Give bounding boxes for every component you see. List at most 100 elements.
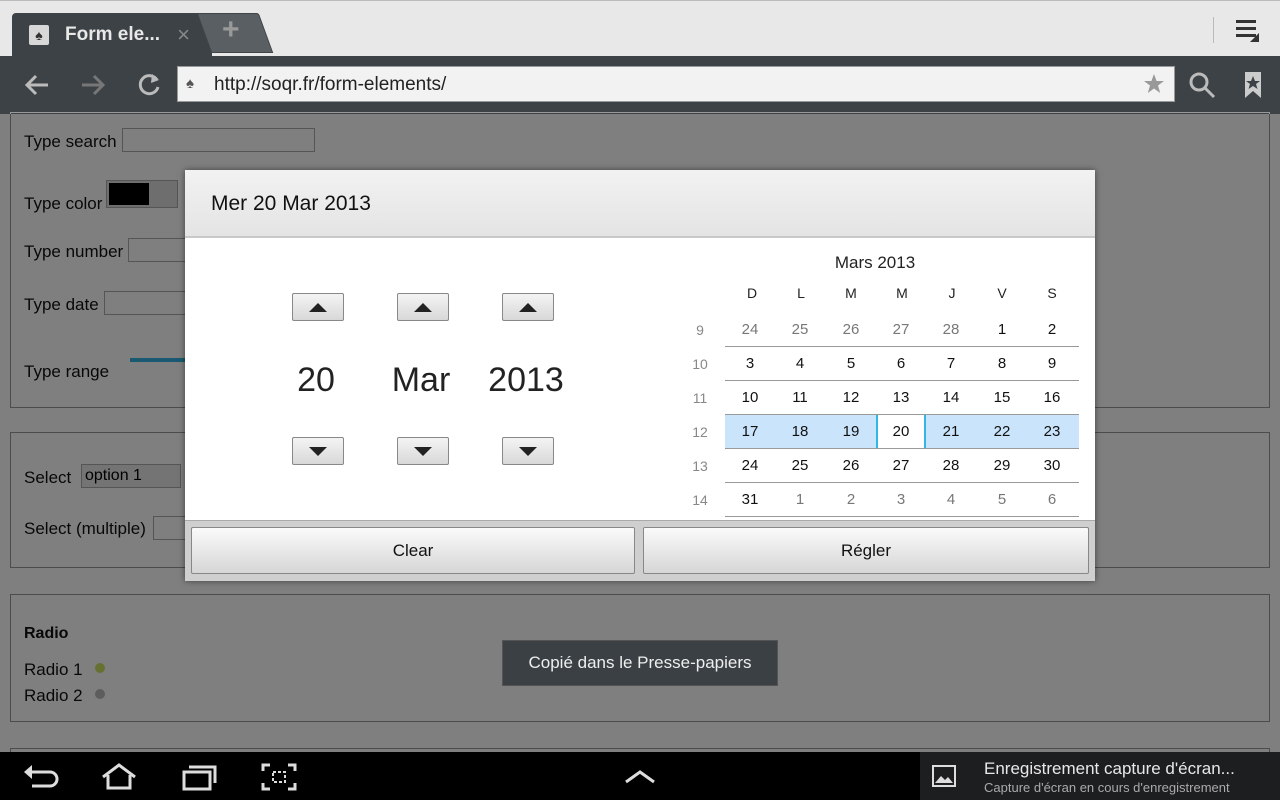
calendar-day[interactable]: 3 <box>876 483 926 516</box>
calendar-day[interactable]: 18 <box>775 415 825 448</box>
calendar-day[interactable]: 6 <box>1027 483 1077 516</box>
menu-icon[interactable] <box>1234 17 1260 43</box>
arrow-down-icon <box>414 446 432 456</box>
calendar-day[interactable]: 24 <box>725 449 775 482</box>
calendar-day[interactable]: 14 <box>926 381 976 414</box>
calendar-day[interactable]: 21 <box>926 415 976 448</box>
calendar-day[interactable]: 5 <box>826 347 876 380</box>
calendar-day[interactable]: 27 <box>876 449 926 482</box>
site-icon: ♠ <box>186 75 194 92</box>
arrow-down-icon <box>309 446 327 456</box>
calendar-day[interactable]: 5 <box>977 483 1027 516</box>
weekday-header: M <box>896 285 908 301</box>
home-icon[interactable] <box>100 762 138 792</box>
calendar-day[interactable]: 20 <box>876 415 926 448</box>
calendar-day[interactable]: 10 <box>725 381 775 414</box>
calendar-day[interactable]: 31 <box>725 483 775 516</box>
calendar-day[interactable]: 4 <box>926 483 976 516</box>
chevron-up-icon[interactable] <box>621 762 659 792</box>
day-value[interactable]: 20 <box>256 361 376 400</box>
dialog-header: Mer 20 Mar 2013 <box>185 170 1095 238</box>
url-text[interactable]: http://soqr.fr/form-elements/ <box>214 74 446 96</box>
reload-icon[interactable] <box>134 70 164 100</box>
week-number: 9 <box>696 322 704 338</box>
month-decrement-button[interactable] <box>397 437 449 465</box>
back-icon[interactable] <box>22 762 60 792</box>
calendar-day[interactable]: 29 <box>977 449 1027 482</box>
dialog-title: Mer 20 Mar 2013 <box>211 192 371 215</box>
plus-icon[interactable]: + <box>222 15 240 45</box>
tab-title: Form ele... <box>65 24 161 45</box>
clear-button[interactable]: Clear <box>191 527 635 574</box>
week-number: 14 <box>692 492 708 508</box>
screenshot-icon[interactable] <box>260 762 298 792</box>
calendar-day[interactable]: 26 <box>826 313 876 346</box>
calendar-day[interactable]: 2 <box>1027 313 1077 346</box>
weekday-header: M <box>845 285 857 301</box>
weekday-header: J <box>948 285 956 301</box>
calendar-day[interactable]: 13 <box>876 381 926 414</box>
weekday-header: S <box>1047 285 1057 301</box>
tab-form-elements[interactable]: ♠ Form ele... × <box>12 13 212 57</box>
calendar-day[interactable]: 27 <box>876 313 926 346</box>
calendar-day[interactable]: 9 <box>1027 347 1077 380</box>
week-number: 12 <box>692 424 708 440</box>
calendar-month-title: Mars 2013 <box>834 253 916 272</box>
day-decrement-button[interactable] <box>292 437 344 465</box>
calendar-week-row: 17 18 19 20 21 22 23 <box>725 415 1079 449</box>
weekday-header: D <box>746 285 758 301</box>
calendar-week-row: 3456789 <box>725 347 1079 381</box>
calendar-day[interactable]: 1 <box>775 483 825 516</box>
tab-close-icon[interactable]: × <box>177 22 190 48</box>
calendar-week-row: 10 11 12 13 14 15 16 <box>725 381 1079 415</box>
calendar-day[interactable]: 17 <box>725 415 775 448</box>
calendar-week-row: 24 25 26 27 28 1 2 <box>725 313 1079 347</box>
calendar-day[interactable]: 1 <box>977 313 1027 346</box>
divider <box>1213 17 1214 43</box>
year-increment-button[interactable] <box>502 293 554 321</box>
calendar-day[interactable]: 12 <box>826 381 876 414</box>
calendar-day[interactable]: 2 <box>826 483 876 516</box>
notification-title: Enregistrement capture d'écran... <box>984 759 1235 778</box>
year-value[interactable]: 2013 <box>466 361 586 400</box>
calendar-day[interactable]: 3 <box>725 347 775 380</box>
calendar-week-row: 31 1 2 3 4 5 6 <box>725 483 1079 517</box>
calendar-day[interactable]: 28 <box>926 449 976 482</box>
arrow-up-icon <box>309 302 327 312</box>
calendar-day[interactable]: 4 <box>775 347 825 380</box>
arrow-up-icon <box>519 302 537 312</box>
calendar-day[interactable]: 26 <box>826 449 876 482</box>
forward-icon[interactable] <box>78 70 108 100</box>
calendar-day[interactable]: 25 <box>775 449 825 482</box>
calendar-day[interactable]: 25 <box>775 313 825 346</box>
set-button[interactable]: Régler <box>643 527 1089 574</box>
calendar-day[interactable]: 15 <box>977 381 1027 414</box>
calendar-day[interactable]: 7 <box>926 347 976 380</box>
calendar-day[interactable]: 16 <box>1027 381 1077 414</box>
search-icon[interactable] <box>1187 70 1217 100</box>
week-number: 10 <box>692 356 708 372</box>
week-number: 11 <box>692 390 708 406</box>
calendar-day[interactable]: 22 <box>977 415 1027 448</box>
day-increment-button[interactable] <box>292 293 344 321</box>
month-value[interactable]: Mar <box>361 361 481 400</box>
bookmarks-icon[interactable] <box>1240 70 1270 100</box>
notification-subtitle: Capture d'écran en cours d'enregistremen… <box>984 780 1230 795</box>
calendar-day[interactable]: 6 <box>876 347 926 380</box>
calendar-day[interactable]: 11 <box>775 381 825 414</box>
calendar-day[interactable]: 24 <box>725 313 775 346</box>
back-icon[interactable] <box>22 70 52 100</box>
calendar-day[interactable]: 8 <box>977 347 1027 380</box>
arrow-down-icon <box>519 446 537 456</box>
calendar-day[interactable]: 19 <box>826 415 876 448</box>
year-decrement-button[interactable] <box>502 437 554 465</box>
calendar-day[interactable]: 30 <box>1027 449 1077 482</box>
month-increment-button[interactable] <box>397 293 449 321</box>
calendar-day[interactable]: 28 <box>926 313 976 346</box>
calendar-day[interactable]: 23 <box>1027 415 1077 448</box>
recent-apps-icon[interactable] <box>180 762 218 792</box>
weekday-header: V <box>997 285 1007 301</box>
tab-strip: ♠ Form ele... × + <box>0 0 1280 57</box>
star-icon[interactable] <box>1143 73 1165 95</box>
calendar-week-row: 24 25 26 27 28 29 30 <box>725 449 1079 483</box>
